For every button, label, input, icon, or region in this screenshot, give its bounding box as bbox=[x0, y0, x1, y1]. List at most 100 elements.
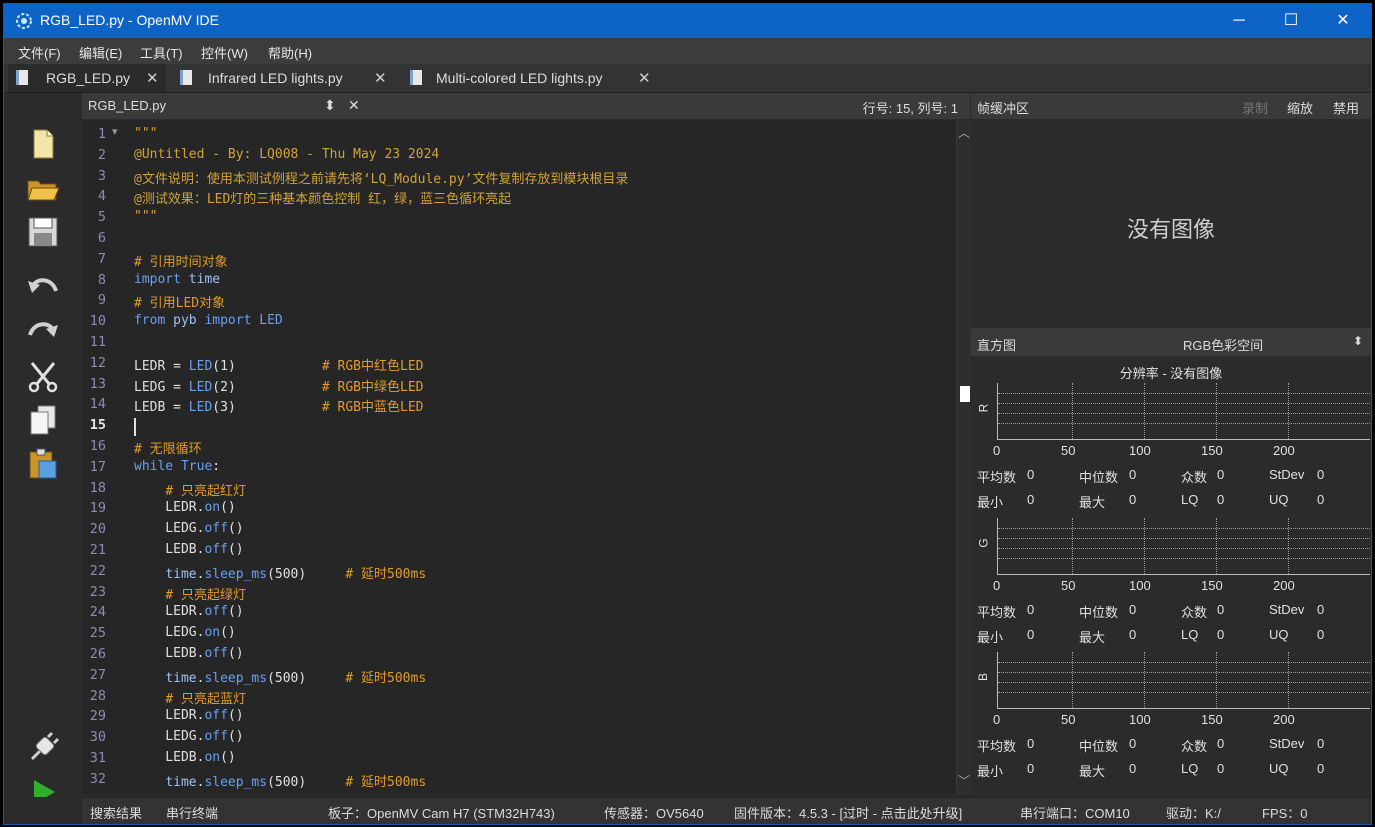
grid-line bbox=[998, 413, 1370, 414]
save-icon[interactable] bbox=[26, 215, 60, 249]
grid-line bbox=[998, 662, 1370, 663]
line-number: 9 bbox=[97, 292, 106, 309]
stat-value-mode: 0 bbox=[1217, 602, 1225, 617]
file-tab-bar: RGB_LED.py ✕ Infrared LED lights.py ✕ Mu… bbox=[4, 64, 1371, 93]
file-tab-multicolored-led[interactable]: Multi-colored LED lights.py ✕ bbox=[402, 64, 662, 92]
menu-file[interactable]: 文件(F) bbox=[18, 43, 61, 62]
stat-label-stdev: StDev bbox=[1269, 736, 1305, 751]
menu-tools[interactable]: 工具(T) bbox=[140, 43, 183, 62]
grid-line bbox=[1144, 652, 1145, 708]
tick-label: 50 bbox=[1061, 578, 1076, 593]
paste-icon[interactable] bbox=[26, 447, 60, 481]
new-file-icon[interactable] bbox=[26, 127, 60, 161]
search-results-tab[interactable]: 搜索结果 bbox=[90, 803, 142, 822]
code-line: # 无限循环 bbox=[134, 442, 202, 457]
code-editor[interactable]: 1 2 3 4 5 6 7 8 9 10 11 12 13 14 15 16 17 18 19 20 21 22 23 24 2… bbox=[82, 120, 956, 794]
stat-label-uq: UQ bbox=[1269, 627, 1289, 642]
stat-label-max: 最大 bbox=[1079, 764, 1106, 779]
code-line: LEDG.off() bbox=[134, 729, 244, 745]
stat-label-mode: 众数 bbox=[1181, 470, 1208, 485]
maximize-button[interactable]: ☐ bbox=[1265, 4, 1317, 38]
serial-port-info: 串行端口：COM10 bbox=[1020, 806, 1130, 821]
stat-value-lq: 0 bbox=[1217, 627, 1225, 642]
line-number: 19 bbox=[89, 500, 106, 517]
grid-line bbox=[998, 538, 1370, 539]
menu-widgets[interactable]: 控件(W) bbox=[201, 43, 248, 62]
file-tab-label: RGB_LED.py bbox=[46, 70, 131, 86]
board-info: 板子：OpenMV Cam H7 (STM32H743) bbox=[328, 806, 555, 821]
code-line: while True: bbox=[134, 458, 221, 474]
tick-label: 0 bbox=[993, 712, 1001, 727]
open-folder-icon[interactable] bbox=[26, 171, 60, 205]
code-line: time.sleep_ms(500) # 延时500ms bbox=[165, 774, 427, 790]
line-number: 16 bbox=[89, 438, 106, 454]
title-bar: RGB_LED.py - OpenMV IDE ─ ☐ ✕ bbox=[4, 4, 1371, 38]
close-tab-icon[interactable]: ✕ bbox=[146, 69, 159, 87]
tick-label: 100 bbox=[1129, 578, 1151, 593]
grid-line bbox=[1216, 383, 1217, 439]
stat-value-mean: 0 bbox=[1027, 467, 1035, 482]
code-line: from pyb import LED bbox=[134, 313, 283, 329]
code-line: LEDB.on() bbox=[134, 750, 236, 765]
stat-value-max: 0 bbox=[1129, 761, 1137, 776]
tick-label: 200 bbox=[1273, 578, 1295, 593]
stat-label-uq: UQ bbox=[1269, 761, 1289, 776]
scrollbar-thumb[interactable] bbox=[960, 386, 970, 402]
file-tab-rgb-led[interactable]: RGB_LED.py ✕ bbox=[8, 64, 166, 92]
stat-value-uq: 0 bbox=[1317, 492, 1325, 507]
stat-label-mean: 平均数 bbox=[977, 739, 1017, 754]
chevron-updown-icon[interactable]: ⬍ bbox=[1353, 334, 1363, 348]
zoom-button[interactable]: 缩放 bbox=[1287, 98, 1313, 117]
file-tab-label: Multi-colored LED lights.py bbox=[436, 70, 603, 86]
code-line: # 只亮起绿灯 bbox=[165, 587, 246, 603]
tick-label: 100 bbox=[1129, 443, 1151, 458]
status-bar: 搜索结果 串行终端 板子：OpenMV Cam H7 (STM32H743) 传… bbox=[82, 797, 1371, 824]
connect-icon[interactable] bbox=[26, 731, 60, 765]
code-line: time.sleep_ms(500) # 延时500ms bbox=[165, 566, 427, 582]
fold-marker-icon[interactable]: ▾ bbox=[112, 125, 118, 138]
editor-scrollbar[interactable]: ︿ ﹀ bbox=[956, 120, 971, 794]
editor-filename[interactable]: RGB_LED.py bbox=[88, 98, 166, 113]
minimize-button[interactable]: ─ bbox=[1213, 4, 1265, 38]
firmware-info[interactable]: 固件版本：4.5.3 - [过时 - 点击此处升级] bbox=[734, 803, 962, 822]
close-window-button[interactable]: ✕ bbox=[1317, 4, 1369, 38]
cut-icon[interactable] bbox=[26, 359, 60, 393]
menu-edit[interactable]: 编辑(E) bbox=[79, 43, 122, 62]
close-tab-icon[interactable]: ✕ bbox=[374, 69, 387, 87]
line-number: 23 bbox=[89, 583, 106, 600]
stat-value-uq: 0 bbox=[1317, 627, 1325, 642]
sensor-info: 传感器：OV5640 bbox=[604, 806, 704, 821]
undo-icon[interactable] bbox=[26, 269, 60, 303]
histogram-panel: 分辨率 - 没有图像 R 0 50 100 150 200 平均数 0 中位数 0 众数 0 StDev… bbox=[971, 357, 1371, 797]
scroll-up-icon[interactable]: ︿ bbox=[958, 124, 970, 141]
line-number: 18 bbox=[89, 479, 106, 496]
line-number: 25 bbox=[89, 625, 106, 642]
code-line: # 只亮起蓝灯 bbox=[165, 691, 246, 707]
line-number: 27 bbox=[89, 666, 106, 683]
ide-window: RGB_LED.py - OpenMV IDE ─ ☐ ✕ 文件(F) 编辑(E… bbox=[3, 3, 1372, 825]
close-tab-icon[interactable]: ✕ bbox=[638, 69, 651, 87]
stat-label-median: 中位数 bbox=[1079, 470, 1119, 485]
line-number: 13 bbox=[89, 375, 106, 392]
tick-label: 200 bbox=[1273, 712, 1295, 727]
code-line: @Untitled - By: LQ008 - Thu May 23 2024 bbox=[134, 146, 440, 162]
disable-button[interactable]: 禁用 bbox=[1333, 98, 1359, 117]
line-number: 2 bbox=[97, 146, 106, 163]
file-tab-infrared-led[interactable]: Infrared LED lights.py ✕ bbox=[172, 64, 396, 92]
copy-icon[interactable] bbox=[26, 403, 60, 437]
code-line: LEDB.off() bbox=[134, 646, 244, 661]
serial-terminal-tab[interactable]: 串行终端 bbox=[166, 803, 218, 822]
line-number: 32 bbox=[89, 770, 106, 787]
record-button[interactable]: 录制 bbox=[1242, 98, 1268, 117]
code-line: time.sleep_ms(500) # 延时500ms bbox=[165, 670, 427, 686]
stat-value-stdev: 0 bbox=[1317, 602, 1325, 617]
menu-help[interactable]: 帮助(H) bbox=[268, 43, 312, 62]
redo-icon[interactable] bbox=[26, 313, 60, 347]
file-switch-icon[interactable]: ⬍ bbox=[324, 97, 336, 114]
colorspace-select[interactable]: RGB色彩空间 bbox=[1183, 335, 1263, 354]
scroll-down-icon[interactable]: ﹀ bbox=[958, 772, 970, 789]
close-editor-icon[interactable]: ✕ bbox=[348, 97, 360, 114]
grid-line bbox=[1288, 652, 1289, 708]
text-cursor bbox=[134, 418, 136, 436]
stat-value-mode: 0 bbox=[1217, 467, 1225, 482]
